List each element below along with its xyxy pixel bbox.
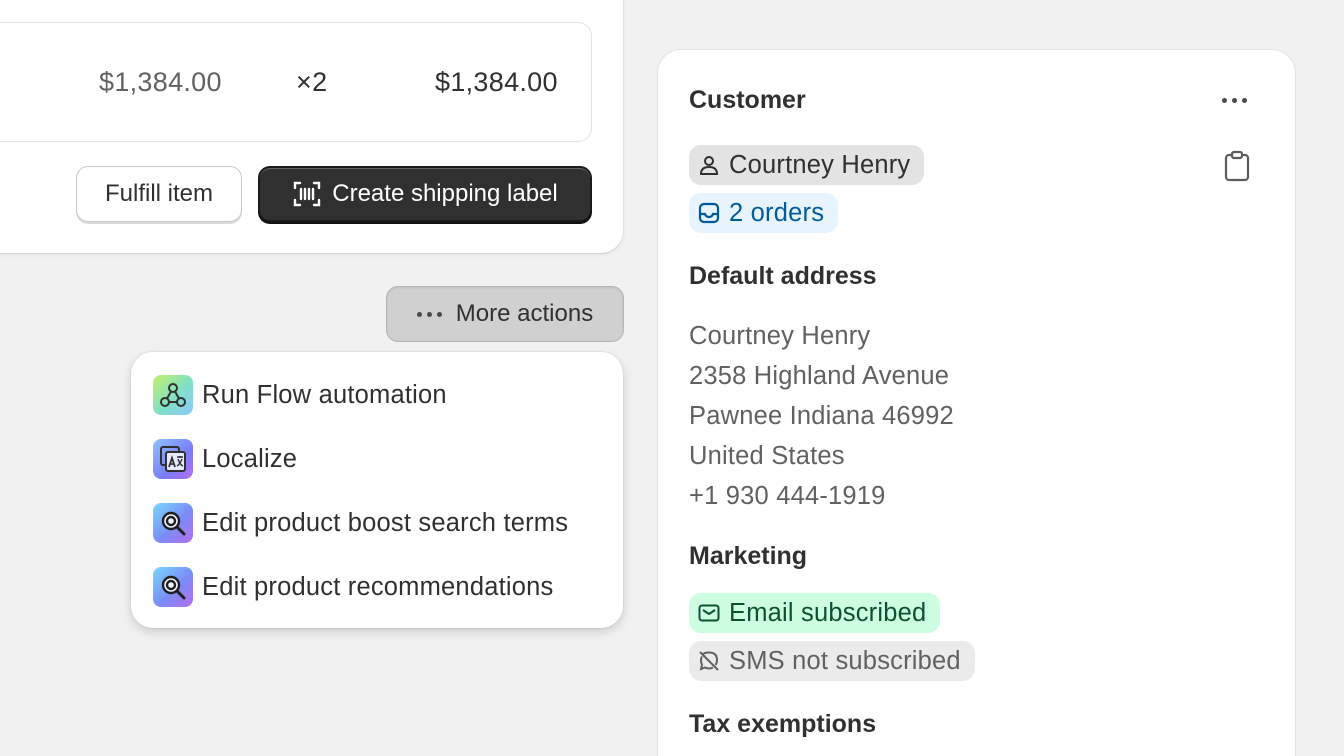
orders-count: 2 orders bbox=[729, 198, 825, 227]
default-address: Courtney Henry 2358 Highland Avenue Pawn… bbox=[689, 316, 954, 516]
address-line: Pawnee Indiana 46992 bbox=[689, 402, 954, 430]
address-line: United States bbox=[689, 442, 845, 470]
create-shipping-label-button[interactable]: Create shipping label bbox=[258, 166, 592, 222]
more-actions-menu: Run Flow automation Localize Edit produc… bbox=[131, 352, 623, 628]
menu-item-boost-search[interactable]: Edit product boost search terms bbox=[153, 501, 613, 545]
customer-name: Courtney Henry bbox=[729, 150, 911, 179]
search-app-icon bbox=[153, 567, 193, 607]
sms-not-subscribed-badge: SMS not subscribed bbox=[689, 641, 975, 681]
translate-app-icon bbox=[153, 439, 193, 479]
menu-item-recommendations[interactable]: Edit product recommendations bbox=[153, 565, 613, 609]
menu-item-label: Edit product recommendations bbox=[202, 572, 554, 601]
customer-name-link[interactable]: Courtney Henry bbox=[689, 145, 925, 185]
menu-item-localize[interactable]: Localize bbox=[153, 437, 613, 481]
line-item-quantity: ×2 bbox=[296, 67, 328, 97]
envelope-icon bbox=[698, 604, 720, 622]
menu-item-label: Localize bbox=[202, 444, 298, 473]
menu-item-label: Edit product boost search terms bbox=[202, 508, 569, 537]
line-item-price: $1,384.00 bbox=[99, 67, 222, 97]
fulfill-item-label: Fulfill item bbox=[104, 180, 213, 207]
fulfill-item-button[interactable]: Fulfill item bbox=[76, 166, 242, 222]
customer-heading: Customer bbox=[689, 86, 806, 114]
barcode-scan-icon bbox=[294, 181, 321, 207]
clipboard-icon[interactable] bbox=[1222, 150, 1252, 182]
customer-orders-link[interactable]: 2 orders bbox=[689, 193, 839, 233]
phone-number: +1 930 444-1919 bbox=[689, 482, 886, 510]
more-actions-label: More actions bbox=[455, 300, 594, 327]
default-address-heading: Default address bbox=[689, 262, 877, 290]
fulfillment-card: $1,384.00 ×2 $1,384.00 Fulfill item Crea… bbox=[0, 0, 623, 253]
tax-exemptions-heading: Tax exemptions bbox=[689, 710, 877, 738]
more-horizontal-icon bbox=[416, 311, 442, 317]
menu-item-run-flow[interactable]: Run Flow automation bbox=[153, 373, 613, 417]
menu-item-label: Run Flow automation bbox=[202, 380, 447, 409]
inbox-icon bbox=[698, 202, 720, 224]
address-line: Courtney Henry bbox=[689, 322, 871, 350]
person-icon bbox=[699, 156, 719, 175]
more-actions-button[interactable]: More actions bbox=[386, 286, 624, 342]
line-item-total: $1,384.00 bbox=[435, 67, 558, 97]
customer-menu-icon[interactable] bbox=[1222, 98, 1247, 103]
email-status: Email subscribed bbox=[729, 598, 927, 627]
create-shipping-label-text: Create shipping label bbox=[332, 180, 558, 207]
customer-card: Customer Courtney Henry 2 orders Default… bbox=[657, 49, 1296, 756]
search-app-icon bbox=[153, 503, 193, 543]
flow-app-icon bbox=[153, 375, 193, 415]
chat-off-icon bbox=[699, 651, 719, 671]
email-subscribed-badge: Email subscribed bbox=[689, 593, 941, 633]
address-line: 2358 Highland Avenue bbox=[689, 362, 950, 390]
line-item-row: $1,384.00 ×2 $1,384.00 bbox=[0, 22, 592, 142]
sms-status: SMS not subscribed bbox=[729, 646, 961, 675]
marketing-heading: Marketing bbox=[689, 542, 808, 570]
